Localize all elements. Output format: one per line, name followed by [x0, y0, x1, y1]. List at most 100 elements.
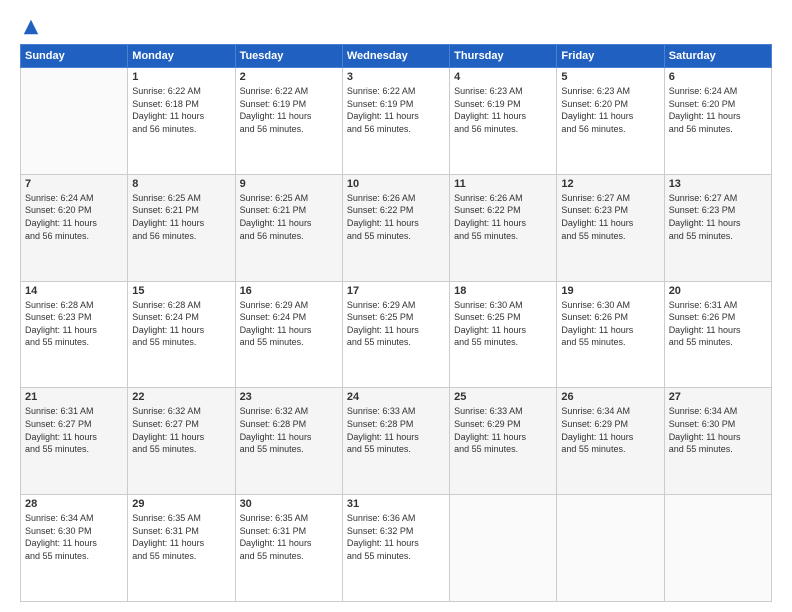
day-info: Sunrise: 6:23 AMSunset: 6:19 PMDaylight:… — [454, 85, 552, 135]
calendar-cell: 23 Sunrise: 6:32 AMSunset: 6:28 PMDayligh… — [235, 388, 342, 495]
day-info: Sunrise: 6:22 AMSunset: 6:18 PMDaylight:… — [132, 85, 230, 135]
calendar-cell: 16 Sunrise: 6:29 AMSunset: 6:24 PMDayligh… — [235, 281, 342, 388]
logo-text — [20, 18, 40, 36]
day-info: Sunrise: 6:34 AMSunset: 6:30 PMDaylight:… — [669, 405, 767, 455]
day-number: 31 — [347, 498, 445, 510]
calendar-cell: 6Sunrise: 6:24 AMSunset: 6:20 PMDaylight… — [664, 68, 771, 175]
weekday-header: Wednesday — [342, 45, 449, 68]
day-info: Sunrise: 6:29 AMSunset: 6:25 PMDaylight:… — [347, 299, 445, 349]
day-number: 10 — [347, 178, 445, 190]
calendar-cell: 21Sunrise: 6:31 AMSunset: 6:27 PMDayligh… — [21, 388, 128, 495]
day-info: Sunrise: 6:27 AMSunset: 6:23 PMDaylight:… — [669, 192, 767, 242]
day-number: 14 — [25, 285, 123, 297]
calendar-cell: 18 Sunrise: 6:30 AMSunset: 6:25 PMDayligh… — [450, 281, 557, 388]
day-info: Sunrise: 6:34 AMSunset: 6:30 PMDaylight:… — [25, 512, 123, 562]
calendar-cell: 25 Sunrise: 6:33 AMSunset: 6:29 PMDayligh… — [450, 388, 557, 495]
day-number: 23 — [240, 391, 338, 403]
calendar-cell: 10 Sunrise: 6:26 AMSunset: 6:22 PMDayligh… — [342, 174, 449, 281]
day-number: 30 — [240, 498, 338, 510]
day-number: 19 — [561, 285, 659, 297]
day-number: 15 — [132, 285, 230, 297]
day-number: 18 — [454, 285, 552, 297]
day-number: 4 — [454, 71, 552, 83]
day-info: Sunrise: 6:32 AMSunset: 6:28 PMDaylight:… — [240, 405, 338, 455]
calendar-cell: 1 Sunrise: 6:22 AMSunset: 6:18 PMDaylight… — [128, 68, 235, 175]
calendar-cell: 5Sunrise: 6:23 AMSunset: 6:20 PMDaylight… — [557, 68, 664, 175]
day-number: 9 — [240, 178, 338, 190]
calendar-cell: 19 Sunrise: 6:30 AMSunset: 6:26 PMDayligh… — [557, 281, 664, 388]
calendar-cell: 22Sunrise: 6:32 AMSunset: 6:27 PMDayligh… — [128, 388, 235, 495]
day-info: Sunrise: 6:27 AMSunset: 6:23 PMDaylight:… — [561, 192, 659, 242]
day-number: 7 — [25, 178, 123, 190]
calendar-cell: 29 Sunrise: 6:35 AMSunset: 6:31 PMDayligh… — [128, 495, 235, 602]
calendar-cell: 14 Sunrise: 6:28 AMSunset: 6:23 PMDayligh… — [21, 281, 128, 388]
day-number: 26 — [561, 391, 659, 403]
logo-icon — [22, 18, 40, 36]
day-number: 28 — [25, 498, 123, 510]
day-number: 27 — [669, 391, 767, 403]
calendar-cell — [21, 68, 128, 175]
day-info: Sunrise: 6:30 AMSunset: 6:25 PMDaylight:… — [454, 299, 552, 349]
day-number: 25 — [454, 391, 552, 403]
day-number: 11 — [454, 178, 552, 190]
day-info: Sunrise: 6:30 AMSunset: 6:26 PMDaylight:… — [561, 299, 659, 349]
day-number: 2 — [240, 71, 338, 83]
page: SundayMondayTuesdayWednesdayThursdayFrid… — [0, 0, 792, 612]
day-number: 21 — [25, 391, 123, 403]
day-info: Sunrise: 6:22 AMSunset: 6:19 PMDaylight:… — [347, 85, 445, 135]
calendar-cell: 13 Sunrise: 6:27 AMSunset: 6:23 PMDayligh… — [664, 174, 771, 281]
day-info: Sunrise: 6:22 AMSunset: 6:19 PMDaylight:… — [240, 85, 338, 135]
day-number: 17 — [347, 285, 445, 297]
calendar-cell: 7Sunrise: 6:24 AMSunset: 6:20 PMDaylight… — [21, 174, 128, 281]
calendar: SundayMondayTuesdayWednesdayThursdayFrid… — [20, 44, 772, 602]
calendar-cell: 24 Sunrise: 6:33 AMSunset: 6:28 PMDayligh… — [342, 388, 449, 495]
day-info: Sunrise: 6:28 AMSunset: 6:24 PMDaylight:… — [132, 299, 230, 349]
calendar-cell: 9 Sunrise: 6:25 AMSunset: 6:21 PMDaylight… — [235, 174, 342, 281]
day-info: Sunrise: 6:36 AMSunset: 6:32 PMDaylight:… — [347, 512, 445, 562]
day-info: Sunrise: 6:35 AMSunset: 6:31 PMDaylight:… — [132, 512, 230, 562]
day-info: Sunrise: 6:26 AMSunset: 6:22 PMDaylight:… — [347, 192, 445, 242]
day-info: Sunrise: 6:28 AMSunset: 6:23 PMDaylight:… — [25, 299, 123, 349]
calendar-week-row: 14 Sunrise: 6:28 AMSunset: 6:23 PMDayligh… — [21, 281, 772, 388]
day-number: 8 — [132, 178, 230, 190]
calendar-cell: 30 Sunrise: 6:35 AMSunset: 6:31 PMDayligh… — [235, 495, 342, 602]
calendar-cell: 2 Sunrise: 6:22 AMSunset: 6:19 PMDaylight… — [235, 68, 342, 175]
weekday-header: Thursday — [450, 45, 557, 68]
day-number: 24 — [347, 391, 445, 403]
day-number: 13 — [669, 178, 767, 190]
calendar-cell — [557, 495, 664, 602]
calendar-cell: 12 Sunrise: 6:27 AMSunset: 6:23 PMDayligh… — [557, 174, 664, 281]
day-number: 16 — [240, 285, 338, 297]
day-info: Sunrise: 6:33 AMSunset: 6:28 PMDaylight:… — [347, 405, 445, 455]
calendar-cell: 4 Sunrise: 6:23 AMSunset: 6:19 PMDaylight… — [450, 68, 557, 175]
calendar-week-row: 28 Sunrise: 6:34 AMSunset: 6:30 PMDayligh… — [21, 495, 772, 602]
day-info: Sunrise: 6:33 AMSunset: 6:29 PMDaylight:… — [454, 405, 552, 455]
weekday-header: Monday — [128, 45, 235, 68]
header — [20, 18, 772, 34]
calendar-cell — [664, 495, 771, 602]
day-number: 20 — [669, 285, 767, 297]
calendar-week-row: 7Sunrise: 6:24 AMSunset: 6:20 PMDaylight… — [21, 174, 772, 281]
calendar-cell — [450, 495, 557, 602]
calendar-week-row: 21Sunrise: 6:31 AMSunset: 6:27 PMDayligh… — [21, 388, 772, 495]
day-number: 6 — [669, 71, 767, 83]
day-info: Sunrise: 6:25 AMSunset: 6:21 PMDaylight:… — [132, 192, 230, 242]
day-number: 5 — [561, 71, 659, 83]
logo — [20, 18, 40, 34]
day-info: Sunrise: 6:35 AMSunset: 6:31 PMDaylight:… — [240, 512, 338, 562]
calendar-cell: 17 Sunrise: 6:29 AMSunset: 6:25 PMDayligh… — [342, 281, 449, 388]
calendar-header-row: SundayMondayTuesdayWednesdayThursdayFrid… — [21, 45, 772, 68]
calendar-cell: 15 Sunrise: 6:28 AMSunset: 6:24 PMDayligh… — [128, 281, 235, 388]
day-number: 12 — [561, 178, 659, 190]
calendar-cell: 27 Sunrise: 6:34 AMSunset: 6:30 PMDayligh… — [664, 388, 771, 495]
day-info: Sunrise: 6:25 AMSunset: 6:21 PMDaylight:… — [240, 192, 338, 242]
calendar-cell: 26Sunrise: 6:34 AMSunset: 6:29 PMDayligh… — [557, 388, 664, 495]
day-number: 1 — [132, 71, 230, 83]
day-number: 29 — [132, 498, 230, 510]
day-info: Sunrise: 6:26 AMSunset: 6:22 PMDaylight:… — [454, 192, 552, 242]
weekday-header: Sunday — [21, 45, 128, 68]
calendar-week-row: 1 Sunrise: 6:22 AMSunset: 6:18 PMDaylight… — [21, 68, 772, 175]
calendar-cell: 31 Sunrise: 6:36 AMSunset: 6:32 PMDayligh… — [342, 495, 449, 602]
calendar-cell: 8 Sunrise: 6:25 AMSunset: 6:21 PMDaylight… — [128, 174, 235, 281]
day-info: Sunrise: 6:29 AMSunset: 6:24 PMDaylight:… — [240, 299, 338, 349]
